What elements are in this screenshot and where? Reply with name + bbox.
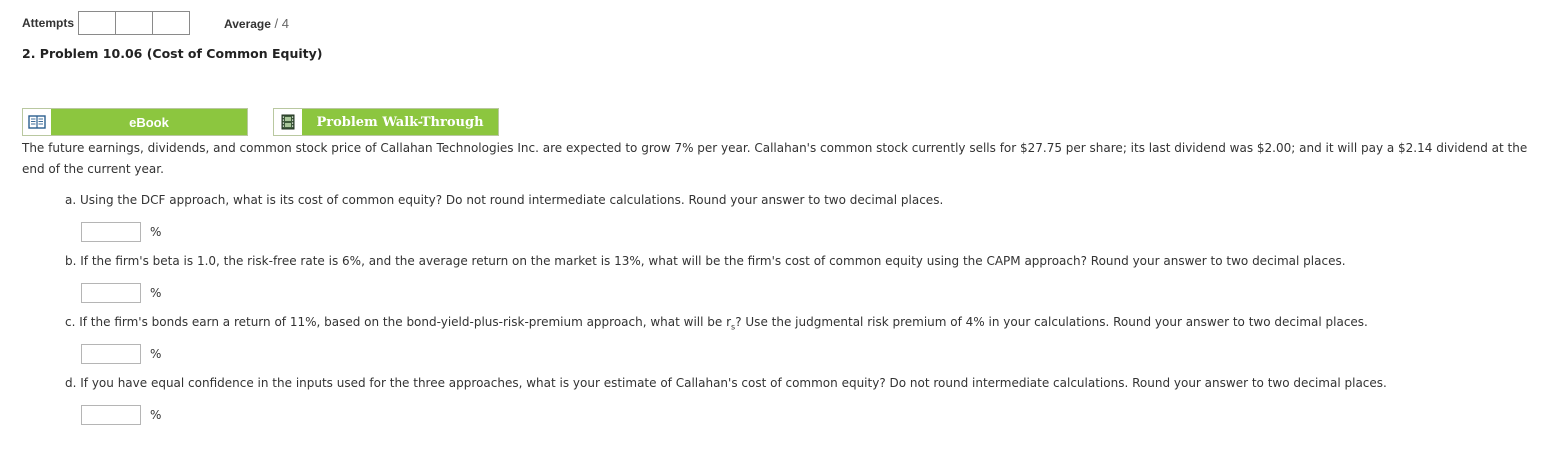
percent-unit: % — [150, 225, 162, 239]
percent-unit: % — [150, 286, 162, 300]
question-b-answer-row: % — [81, 283, 161, 303]
question-d-answer-row: % — [81, 405, 161, 425]
question-c-text-post: ? Use the judgmental risk premium of 4% … — [735, 315, 1368, 329]
question-b-answer-input[interactable] — [81, 283, 141, 303]
problem-walkthrough-button[interactable]: Problem Walk-Through — [273, 108, 499, 136]
film-icon — [274, 109, 302, 135]
question-a-text: a. Using the DCF approach, what is its c… — [65, 193, 944, 207]
attempt-box — [152, 11, 191, 35]
ebook-button[interactable]: eBook — [22, 108, 248, 136]
attempt-box — [115, 11, 154, 35]
average-label: Average — [224, 16, 271, 31]
question-a-answer-input[interactable] — [81, 222, 141, 242]
question-c-answer-row: % — [81, 344, 161, 364]
walkthrough-label: Problem Walk-Through — [302, 109, 498, 135]
problem-intro: The future earnings, dividends, and comm… — [22, 141, 1528, 176]
average-value: 4 — [281, 15, 290, 31]
problem-title: 2. Problem 10.06 (Cost of Common Equity) — [22, 46, 323, 61]
percent-unit: % — [150, 347, 162, 361]
ebook-label: eBook — [51, 109, 247, 135]
attempt-box — [78, 11, 117, 35]
attempts-label: Attempts — [22, 16, 75, 30]
question-c-text-pre: c. If the firm's bonds earn a return of … — [65, 315, 732, 329]
question-c-answer-input[interactable] — [81, 344, 141, 364]
attempt-boxes — [78, 11, 191, 35]
question-b-text: b. If the firm's beta is 1.0, the risk-f… — [65, 254, 1346, 268]
question-a-answer-row: % — [81, 222, 161, 242]
book-icon — [23, 109, 51, 135]
question-d-text: d. If you have equal confidence in the i… — [65, 376, 1387, 390]
question-d-answer-input[interactable] — [81, 405, 141, 425]
average-separator: / — [270, 15, 282, 31]
attempts-row: Attempts Average / 4 — [22, 11, 289, 35]
question-c-text: c. If the firm's bonds earn a return of … — [65, 315, 1368, 331]
average-display: Average / 4 — [224, 16, 289, 31]
percent-unit: % — [150, 408, 162, 422]
